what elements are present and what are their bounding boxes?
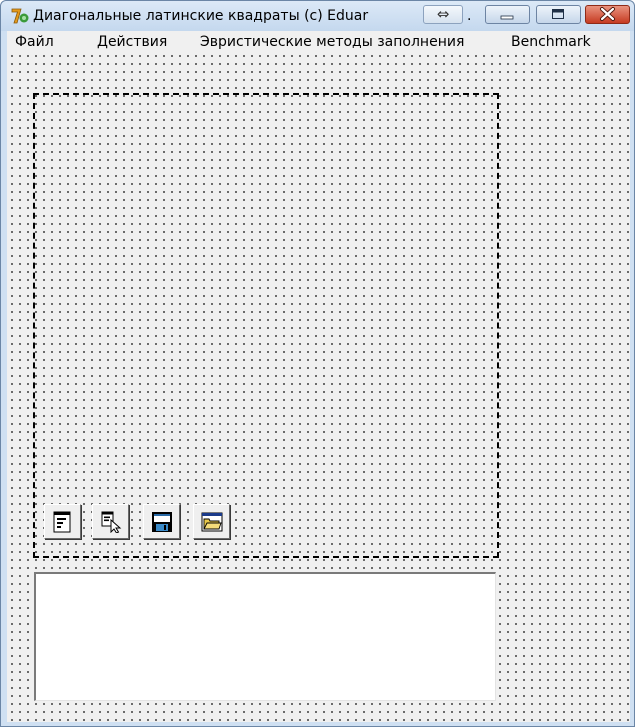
- title-bar[interactable]: Диагональные латинские квадраты (c) Edua…: [1, 1, 634, 31]
- menu-file[interactable]: Файл: [8, 31, 61, 53]
- maximize-icon: [552, 9, 564, 19]
- minimize-icon: [500, 15, 514, 20]
- minimize-button[interactable]: [485, 5, 530, 24]
- title-ellipsis: .: [467, 8, 472, 24]
- close-button[interactable]: [585, 5, 630, 24]
- menu-heuristic-fill-methods[interactable]: Эвристические методы заполнения: [193, 31, 471, 53]
- save-button[interactable]: [143, 504, 180, 539]
- save-floppy-icon: [152, 512, 172, 532]
- design-grid-top: [7, 53, 630, 83]
- square-panel-frame: [33, 93, 499, 558]
- menu-benchmark[interactable]: Benchmark: [504, 31, 598, 53]
- window-title: Диагональные латинские квадраты (c) Edua…: [33, 8, 369, 24]
- select-pointer-icon: [101, 511, 122, 533]
- maximize-button[interactable]: [536, 5, 581, 24]
- open-folder-icon: [201, 512, 223, 532]
- menu-actions[interactable]: Действия: [90, 31, 174, 53]
- menu-bar: Файл Действия Эвристические методы запол…: [7, 31, 630, 53]
- output-memo[interactable]: [34, 572, 496, 701]
- open-button[interactable]: [193, 504, 230, 539]
- app-logo-icon: [10, 7, 30, 25]
- properties-icon: [53, 511, 71, 533]
- close-icon: [600, 7, 615, 21]
- select-button[interactable]: [92, 504, 129, 539]
- resize-toggle-button[interactable]: ⇔: [423, 5, 463, 24]
- properties-button[interactable]: [44, 504, 81, 539]
